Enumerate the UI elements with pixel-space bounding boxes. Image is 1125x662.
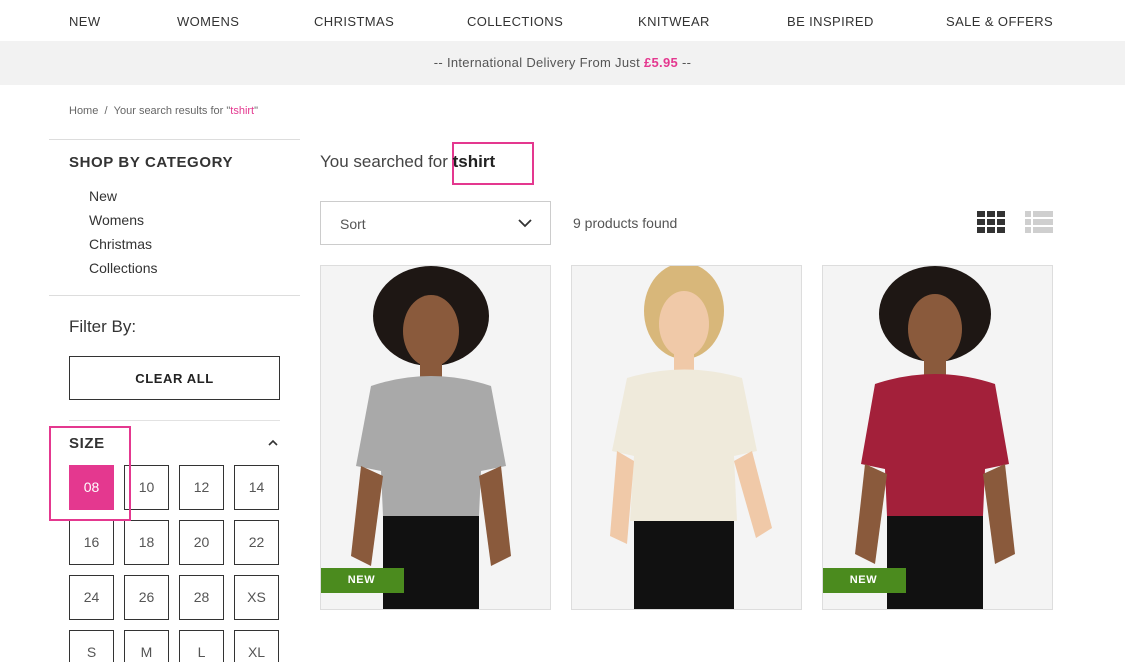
size-option-s[interactable]: S <box>69 630 114 662</box>
top-navigation: NEW WOMENS CHRISTMAS COLLECTIONS KNITWEA… <box>0 0 1125 41</box>
search-results-heading: You searched for tshirt <box>320 152 495 172</box>
product-card[interactable]: NEW <box>822 265 1053 610</box>
sort-label: Sort <box>340 216 366 232</box>
promo-suffix: -- <box>678 55 692 70</box>
shop-by-category-heading: SHOP BY CATEGORY <box>69 154 234 171</box>
size-option-08[interactable]: 08 <box>69 465 114 510</box>
nav-item-sale-offers[interactable]: SALE & OFFERS <box>946 14 1053 29</box>
nav-item-knitwear[interactable]: KNITWEAR <box>638 14 710 29</box>
category-link-christmas[interactable]: Christmas <box>89 235 157 259</box>
breadcrumb: Home / Your search results for "tshirt" <box>69 105 258 117</box>
size-option-l[interactable]: L <box>179 630 224 662</box>
size-option-xl[interactable]: XL <box>234 630 279 662</box>
chevron-up-icon[interactable] <box>267 438 279 448</box>
new-badge: NEW <box>321 568 404 593</box>
size-option-16[interactable]: 16 <box>69 520 114 565</box>
size-option-18[interactable]: 18 <box>124 520 169 565</box>
size-option-10[interactable]: 10 <box>124 465 169 510</box>
size-option-24[interactable]: 24 <box>69 575 114 620</box>
category-link-womens[interactable]: Womens <box>89 211 157 235</box>
size-option-14[interactable]: 14 <box>234 465 279 510</box>
size-option-26[interactable]: 26 <box>124 575 169 620</box>
size-divider <box>69 420 280 421</box>
breadcrumb-query: tshirt <box>230 105 255 117</box>
size-option-xs[interactable]: XS <box>234 575 279 620</box>
chevron-down-icon <box>518 219 532 228</box>
product-card[interactable]: NEW <box>320 265 551 610</box>
product-card[interactable] <box>571 265 802 610</box>
nav-item-new[interactable]: NEW <box>69 14 101 29</box>
nav-item-collections[interactable]: COLLECTIONS <box>467 14 563 29</box>
product-image <box>321 266 550 609</box>
promo-prefix: -- International Delivery From Just <box>433 55 644 70</box>
breadcrumb-search-prefix: Your search results for " <box>113 105 231 117</box>
nav-item-be-inspired[interactable]: BE INSPIRED <box>787 14 874 29</box>
promo-banner: -- International Delivery From Just £5.9… <box>0 41 1125 85</box>
nav-item-christmas[interactable]: CHRISTMAS <box>314 14 394 29</box>
clear-all-button[interactable]: CLEAR ALL <box>69 356 280 400</box>
breadcrumb-separator: / <box>104 105 108 117</box>
category-link-new[interactable]: New <box>89 187 157 211</box>
size-filter-heading[interactable]: SIZE <box>69 435 105 452</box>
breadcrumb-home-link[interactable]: Home <box>69 105 98 117</box>
nav-item-womens[interactable]: WOMENS <box>177 14 239 29</box>
size-option-12[interactable]: 12 <box>179 465 224 510</box>
new-badge: NEW <box>823 568 906 593</box>
category-link-collections[interactable]: Collections <box>89 259 157 283</box>
grid-view-icon[interactable] <box>977 211 1005 233</box>
list-view-icon[interactable] <box>1025 211 1053 233</box>
size-option-22[interactable]: 22 <box>234 520 279 565</box>
search-heading-prefix: You searched for <box>320 152 453 171</box>
category-list: New Womens Christmas Collections <box>89 187 157 283</box>
product-count: 9 products found <box>573 215 678 231</box>
search-query-term: tshirt <box>452 152 496 171</box>
filter-by-heading: Filter By: <box>69 317 137 336</box>
sidebar-divider <box>49 295 300 296</box>
sidebar-divider <box>49 139 300 140</box>
promo-price: £5.95 <box>643 55 679 70</box>
product-image <box>823 266 1052 609</box>
breadcrumb-search-suffix: " <box>254 105 259 117</box>
size-option-28[interactable]: 28 <box>179 575 224 620</box>
size-option-m[interactable]: M <box>124 630 169 662</box>
sort-dropdown[interactable]: Sort <box>320 201 551 245</box>
size-option-20[interactable]: 20 <box>179 520 224 565</box>
product-image <box>572 266 801 609</box>
